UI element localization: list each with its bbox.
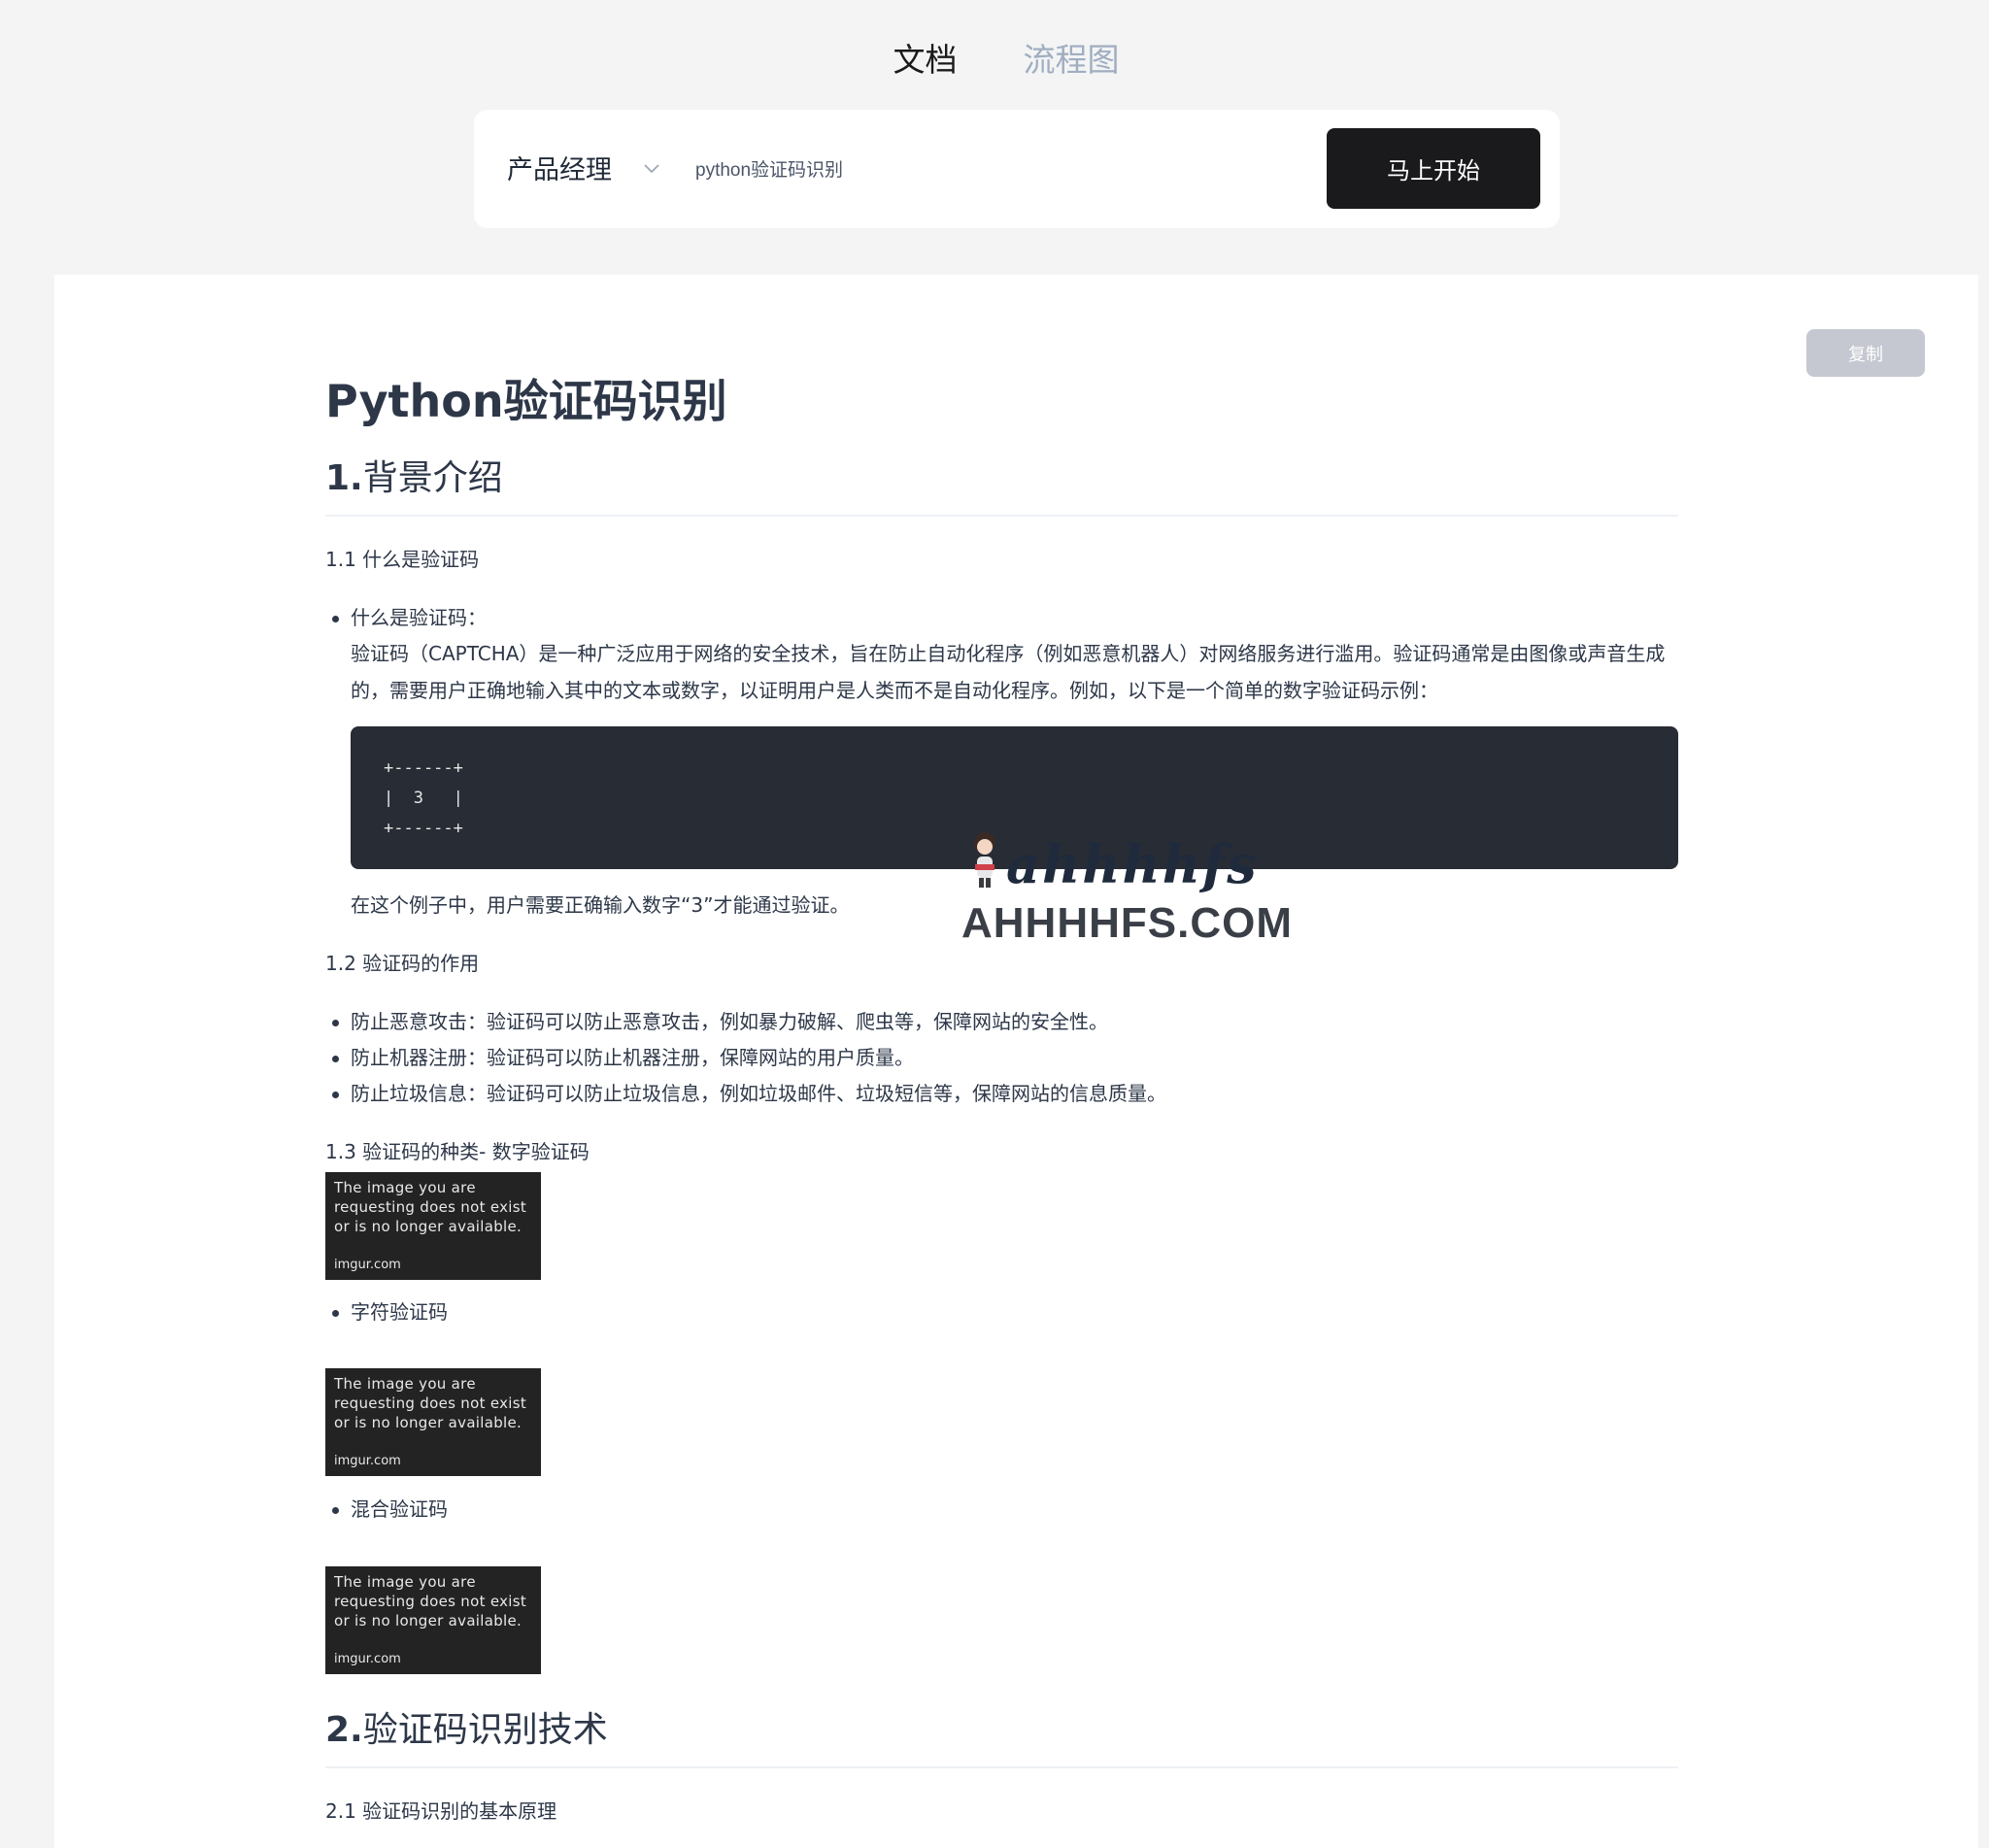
top-tabs: 文档 流程图 (0, 37, 1989, 84)
document-card: 复制 Python验证码识别 1.背景介绍 1.1 什么是验证码 什么是验证码：… (54, 275, 1978, 1848)
bullet-icon (332, 1310, 339, 1317)
bullet-icon (332, 1056, 339, 1062)
start-button[interactable]: 马上开始 (1327, 128, 1540, 209)
tab-flowchart[interactable]: 流程图 (1024, 37, 1120, 84)
subheading-1-3: 1.3 验证码的种类- 数字验证码 (325, 1140, 590, 1163)
bullet-icon (332, 1092, 339, 1098)
role-select[interactable]: 产品经理 (507, 149, 660, 186)
bullet-icon (332, 1507, 339, 1514)
subheading-2-1: 2.1 验证码识别的基本原理 (325, 1799, 557, 1823)
subheading-1-1: 1.1 什么是验证码 (325, 548, 480, 571)
subheading-1-2: 1.2 验证码的作用 (325, 952, 480, 975)
query-input[interactable] (695, 149, 1278, 187)
image-unavailable-placeholder: The image you are requesting does not ex… (325, 1172, 541, 1280)
list-item: 混合验证码 (325, 1491, 1678, 1528)
list-item: 防止机器注册：验证码可以防止机器注册，保障网站的用户质量。 (325, 1039, 1678, 1076)
list-item: 字符验证码 (325, 1294, 1678, 1330)
section-heading-1: 1.背景介绍 (325, 454, 1678, 517)
list-item: 什么是验证码： (325, 599, 1678, 636)
site-watermark: ahhhhfs AHHHHFS.COM (961, 823, 1321, 950)
paragraph-captcha-intro: 验证码（CAPTCHA）是一种广泛应用于网络的安全技术，旨在防止自动化程序（例如… (351, 642, 1666, 702)
chevron-down-icon (643, 159, 660, 177)
document-title: Python验证码识别 (325, 375, 727, 427)
bullet-icon (332, 616, 339, 622)
list-item: 防止垃圾信息：验证码可以防止垃圾信息，例如垃圾邮件、垃圾短信等，保障网站的信息质… (325, 1075, 1678, 1112)
copy-button[interactable]: 复制 (1806, 329, 1925, 377)
image-unavailable-placeholder: The image you are requesting does not ex… (325, 1368, 541, 1476)
code-line: | 3 | (384, 789, 463, 808)
list-item: 防止恶意攻击：验证码可以防止恶意攻击，例如暴力破解、爬虫等，保障网站的安全性。 (325, 1003, 1678, 1040)
mascot-icon (967, 829, 1002, 890)
role-select-value: 产品经理 (507, 155, 612, 185)
watermark-domain: AHHHHFS.COM (961, 899, 1293, 947)
bullet-icon (332, 1020, 339, 1026)
image-unavailable-placeholder: The image you are requesting does not ex… (325, 1566, 541, 1674)
section-heading-2: 2.验证码识别技术 (325, 1706, 1678, 1768)
tab-document[interactable]: 文档 (870, 37, 958, 84)
code-line: +------+ (384, 758, 463, 778)
watermark-script: ahhhhfs (1006, 833, 1259, 895)
search-bar: 产品经理 马上开始 (474, 110, 1560, 228)
